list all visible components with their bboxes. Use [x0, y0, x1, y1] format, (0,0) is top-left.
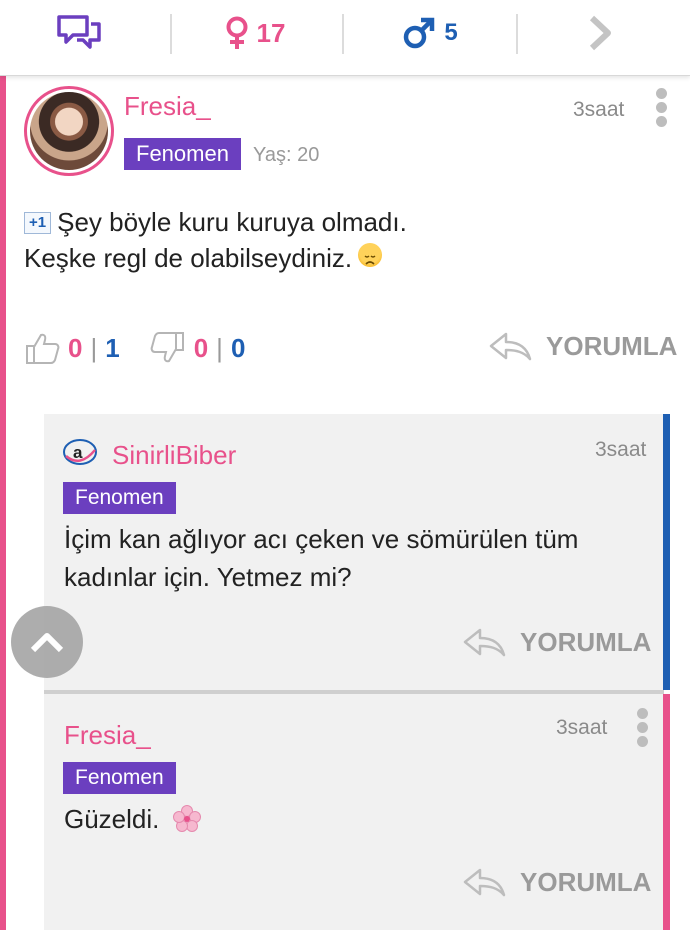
more-options-icon[interactable] [637, 708, 649, 750]
comment-body: +1 Şey böyle kuru kuruya olmadı. Keşke re… [24, 204, 407, 276]
user-badge: Fenomen [124, 138, 241, 170]
chevron-up-icon [30, 633, 64, 653]
reply-line-2: kadınlar için. Yetmez mi? [64, 562, 352, 592]
separator: | [90, 332, 98, 363]
reply-arrow-icon [463, 628, 506, 657]
reply-label: YORUMLA [520, 626, 652, 657]
reply-body: Güzeldi. [64, 800, 634, 838]
female-count: 17 [256, 17, 286, 48]
divider [516, 14, 518, 54]
divider [342, 14, 344, 54]
reply-button[interactable]: YORUMLA [462, 626, 651, 658]
plus-one-badge[interactable]: +1 [24, 212, 52, 234]
svg-text:a: a [73, 443, 83, 462]
reply-time: 3saat [595, 438, 647, 461]
top-navigation-bar: 17 5 [0, 0, 690, 76]
reply-accent-bar [663, 414, 670, 690]
reply-username[interactable]: SinirliBiber [112, 440, 236, 471]
separator: | [216, 332, 223, 363]
reply-button[interactable]: YORUMLA [488, 330, 677, 362]
avatar[interactable] [24, 86, 114, 176]
chat-bubbles-icon [57, 15, 101, 49]
reply-line-1: İçim kan ağlıyor acı çeken ve sömürülen … [64, 524, 579, 554]
male-count-button[interactable]: 5 [385, 8, 475, 58]
like-total: 1 [105, 332, 120, 363]
reply-arrow-icon [463, 868, 506, 897]
comment-line-2: Keşke regl de olabilseydiniz. [24, 240, 407, 276]
user-badge: Fenomen [63, 482, 176, 514]
thread-accent-line [0, 76, 6, 930]
dislike-count: 0 [193, 332, 209, 363]
male-icon [404, 17, 435, 49]
thumbs-down-icon[interactable] [150, 331, 186, 365]
reply-label: YORUMLA [520, 866, 652, 897]
thumbs-up-icon[interactable] [24, 331, 60, 365]
reply-time: 3saat [556, 716, 608, 739]
like-count: 0 [68, 332, 83, 363]
nested-reply: a SinirliBiber 3saat Fenomen İçim kan ağ… [44, 414, 670, 690]
reply-label: YORUMLA [546, 330, 678, 361]
cherry-blossom-icon [172, 805, 201, 832]
scroll-to-top-button[interactable] [11, 606, 83, 678]
user-age: Yaş: 20 [253, 144, 320, 166]
reply-button[interactable]: YORUMLA [462, 866, 651, 898]
user-badge: Fenomen [63, 762, 176, 794]
reply-username[interactable]: Fresia_ [64, 720, 151, 751]
dislike-total: 0 [230, 332, 246, 363]
female-count-button[interactable]: 17 [205, 8, 305, 58]
chevron-right-icon [589, 15, 611, 51]
reply-body: İçim kan ağlıyor acı çeken ve sömürülen … [64, 520, 634, 596]
comment-username[interactable]: Fresia_ [124, 91, 211, 122]
male-count: 5 [444, 19, 458, 46]
more-options-icon[interactable] [656, 88, 668, 130]
comment-line-1: +1 Şey böyle kuru kuruya olmadı. [24, 204, 407, 240]
next-button[interactable] [575, 8, 625, 58]
user-logo-icon: a [63, 439, 97, 465]
avatar-image [30, 92, 108, 170]
nested-reply: Fresia_ 3saat Fenomen Güzeldi. YORUMLA [44, 694, 670, 930]
divider [170, 14, 172, 54]
messages-button[interactable] [50, 8, 110, 58]
female-icon [226, 16, 248, 49]
vote-bar: 0 | 1 0 | 0 [24, 330, 245, 366]
comment-time: 3saat [573, 98, 625, 121]
disappointed-face-icon [358, 243, 383, 267]
reply-arrow-icon [489, 332, 532, 361]
reply-line-1: Güzeldi. [64, 804, 160, 834]
reply-accent-bar [663, 694, 670, 930]
